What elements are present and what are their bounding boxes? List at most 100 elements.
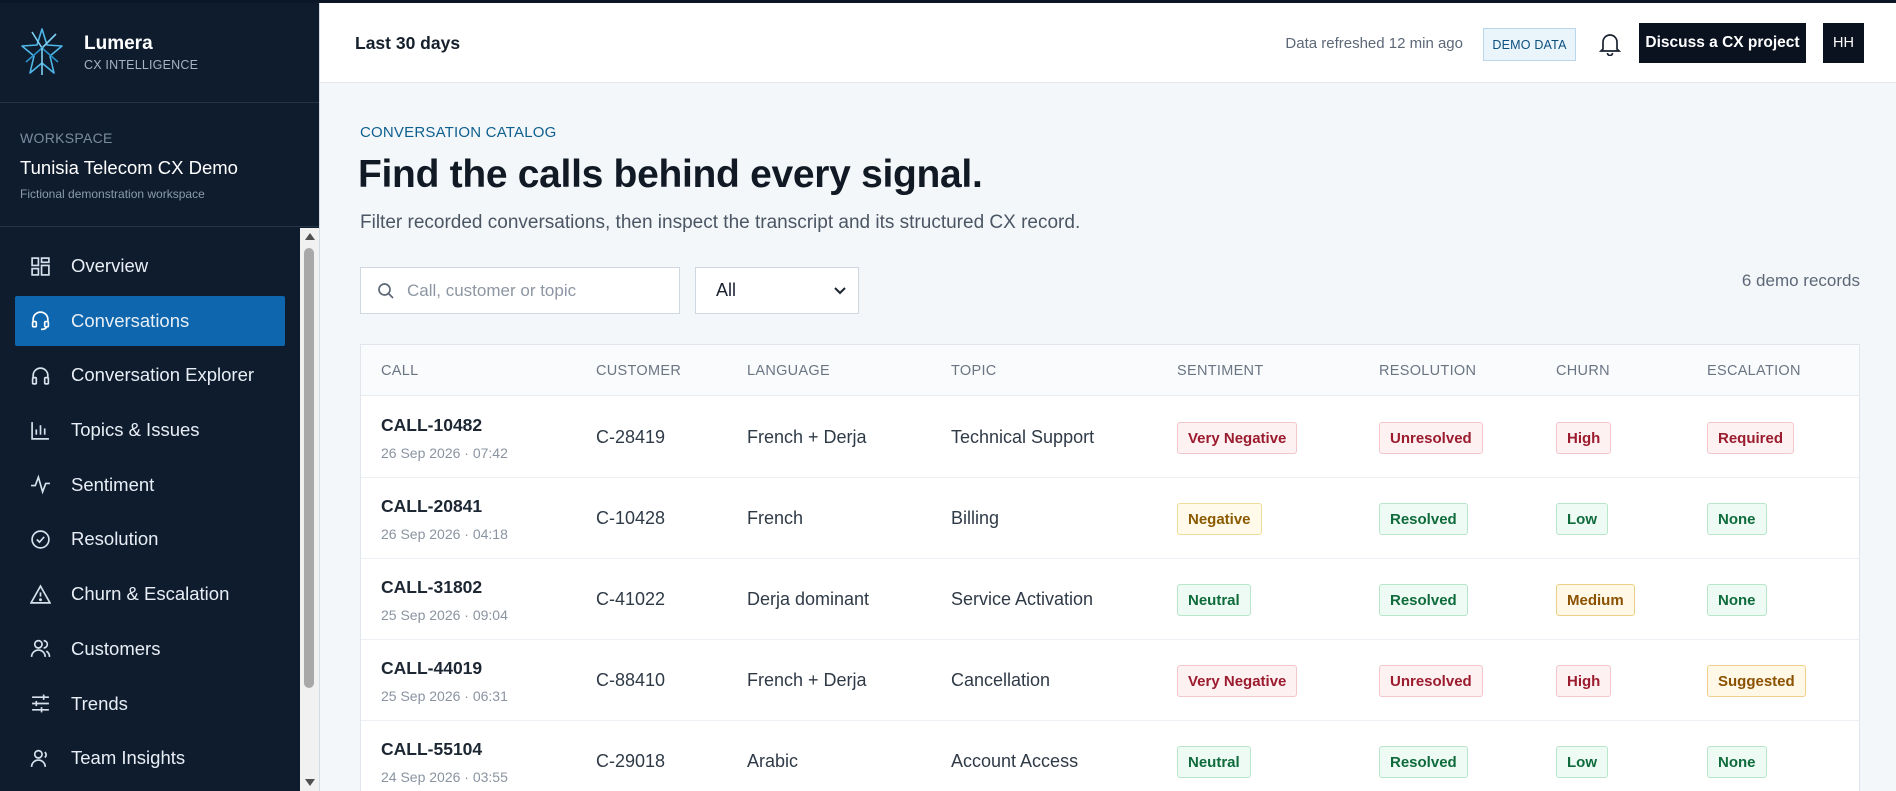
table-header: CALL CUSTOMER LANGUAGE TOPIC SENTIMENT R…	[361, 345, 1859, 396]
sidebar-item-label: Customers	[71, 637, 161, 659]
topic: Technical Support	[951, 427, 1095, 447]
refresh-status: Data refreshed 12 min ago	[1285, 35, 1463, 52]
bell-icon[interactable]	[1599, 32, 1621, 56]
scrollbar-thumb[interactable]	[304, 248, 314, 688]
sidebar-item-topics-issues[interactable]: Topics & Issues	[15, 405, 285, 455]
table-row[interactable]: CALL-10482 26 Sep 2026 · 07:42 C-28419 F…	[361, 397, 1859, 478]
sidebar-item-conversations[interactable]: Conversations	[15, 295, 285, 346]
sidebar-item-trends[interactable]: Trends	[15, 679, 285, 729]
sidebar-item-churn-escalation[interactable]: Churn & Escalation	[15, 569, 285, 619]
scroll-up-arrow-icon[interactable]	[300, 228, 319, 245]
sentiment-badge: Very Negative	[1177, 422, 1298, 454]
escalation-badge: None	[1707, 584, 1767, 616]
table-row[interactable]: CALL-55104 24 Sep 2026 · 03:55 C-29018 A…	[361, 721, 1859, 791]
brand-subtitle: CX INTELLIGENCE	[84, 58, 199, 72]
topic: Account Access	[951, 751, 1079, 771]
sidebar-item-team-insights[interactable]: Team Insights	[15, 733, 285, 783]
call-date: 25 Sep 2026 · 09:04	[381, 607, 508, 623]
language: Arabic	[747, 751, 799, 771]
workspace-card: WORKSPACE Tunisia Telecom CX Demo Fictio…	[20, 130, 238, 201]
table-row[interactable]: CALL-44019 25 Sep 2026 · 06:31 C-88410 F…	[361, 640, 1859, 721]
filter-select-value: All	[716, 280, 737, 300]
churn-badge: High	[1556, 422, 1612, 454]
sentiment-badge: Negative	[1177, 503, 1262, 535]
sidebar-item-label: Conversation Explorer	[71, 364, 255, 386]
avatar[interactable]: HH	[1823, 23, 1864, 63]
call-date: 25 Sep 2026 · 06:31	[381, 688, 508, 704]
sidebar-item-conversation-explorer[interactable]: Conversation Explorer	[15, 350, 285, 400]
resolution-badge: Unresolved	[1379, 422, 1483, 454]
headphones-icon	[31, 367, 50, 385]
period-selector[interactable]: Last 30 days	[355, 33, 460, 54]
customer-id: C-29018	[596, 751, 666, 771]
escalation-badge: Suggested	[1707, 665, 1806, 697]
sidebar-item-label: Team Insights	[71, 747, 186, 769]
sidebar-item-customers[interactable]: Customers	[15, 624, 285, 674]
resolution-badge: Resolved	[1379, 584, 1468, 616]
sidebar-item-overview[interactable]: Overview	[15, 241, 285, 291]
sidebar-item-sentiment[interactable]: Sentiment	[15, 460, 285, 510]
topic: Cancellation	[951, 670, 1051, 690]
sentiment-badge: Neutral	[1177, 746, 1251, 778]
window-top-edge	[0, 0, 1896, 3]
filter-select[interactable]: All	[695, 267, 859, 314]
call-date: 26 Sep 2026 · 04:18	[381, 526, 508, 542]
call-id[interactable]: CALL-10482	[381, 415, 482, 436]
language: French + Derja	[747, 427, 867, 447]
column-header-language[interactable]: LANGUAGE	[747, 363, 830, 379]
language: French + Derja	[747, 670, 867, 690]
column-header-churn[interactable]: CHURN	[1556, 363, 1610, 379]
churn-badge: Low	[1556, 746, 1608, 778]
customer-id: C-10428	[596, 508, 666, 528]
sidebar-item-label: Resolution	[71, 528, 159, 550]
sidebar-item-label: Overview	[71, 255, 149, 276]
table-row[interactable]: CALL-31802 25 Sep 2026 · 09:04 C-41022 D…	[361, 559, 1859, 640]
bar-chart-icon	[31, 421, 49, 440]
search-box[interactable]	[360, 267, 680, 314]
column-header-topic[interactable]: TOPIC	[951, 363, 997, 379]
chevron-down-icon	[834, 286, 846, 294]
workspace-description: Fictional demonstration workspace	[20, 187, 205, 201]
workspace-label: WORKSPACE	[20, 130, 113, 146]
workspace-name: Tunisia Telecom CX Demo	[20, 157, 238, 178]
call-date: 26 Sep 2026 · 07:42	[381, 445, 508, 461]
record-count: 6 demo records	[1741, 271, 1860, 290]
resolution-badge: Resolved	[1379, 503, 1468, 535]
escalation-badge: None	[1707, 746, 1767, 778]
column-header-sentiment[interactable]: SENTIMENT	[1177, 363, 1263, 379]
search-icon	[378, 282, 394, 299]
scroll-down-arrow-icon[interactable]	[300, 774, 319, 791]
column-header-call[interactable]: CALL	[381, 363, 418, 379]
escalation-badge: Required	[1707, 422, 1795, 454]
brand-name: Lumera	[84, 33, 153, 54]
brand[interactable]: Lumera CX INTELLIGENCE	[20, 26, 198, 78]
search-input[interactable]	[407, 280, 667, 301]
column-header-resolution[interactable]: RESOLUTION	[1379, 363, 1476, 379]
topic: Billing	[951, 508, 1000, 528]
conversation-table: CALL CUSTOMER LANGUAGE TOPIC SENTIMENT R…	[360, 344, 1860, 791]
language: Derja dominant	[747, 589, 870, 609]
top-bar: Last 30 days Data refreshed 12 min ago D…	[320, 3, 1896, 83]
column-header-escalation[interactable]: ESCALATION	[1707, 363, 1801, 379]
churn-badge: High	[1556, 665, 1612, 697]
column-header-customer[interactable]: CUSTOMER	[596, 363, 681, 379]
language: French	[747, 508, 804, 528]
sidebar-item-resolution[interactable]: Resolution	[15, 514, 285, 564]
topic: Service Activation	[951, 589, 1094, 609]
users-icon	[30, 640, 51, 658]
table-row[interactable]: CALL-20841 26 Sep 2026 · 04:18 C-10428 F…	[361, 478, 1859, 559]
call-id[interactable]: CALL-20841	[381, 496, 482, 517]
call-id[interactable]: CALL-44019	[381, 658, 482, 679]
customer-id: C-88410	[596, 670, 666, 690]
page-title: Find the calls behind every signal.	[358, 153, 983, 196]
lumera-logo-icon	[21, 28, 63, 75]
discuss-cx-project-button[interactable]: Discuss a CX project	[1639, 23, 1806, 63]
team-icon	[30, 749, 47, 767]
sidebar-scrollbar[interactable]	[300, 228, 319, 791]
sidebar-nav: Overview Conversations Conversation Expl…	[15, 241, 285, 788]
resolution-badge: Resolved	[1379, 746, 1468, 778]
divider	[0, 226, 319, 227]
call-id[interactable]: CALL-55104	[381, 739, 482, 760]
customer-id: C-28419	[596, 427, 666, 447]
call-id[interactable]: CALL-31802	[381, 577, 482, 598]
